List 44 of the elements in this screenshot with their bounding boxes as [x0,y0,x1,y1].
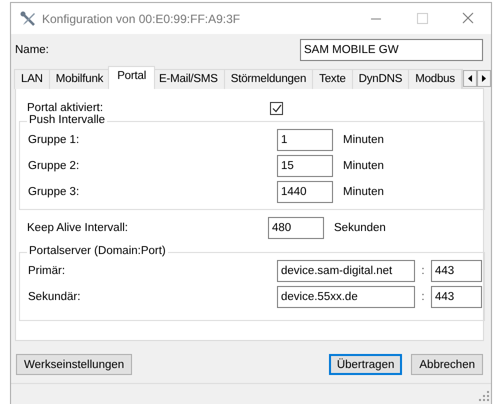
tools-icon [20,10,36,26]
unit-label: Minuten [343,186,384,198]
unit-label: Minuten [343,160,384,172]
number-field[interactable]: 15 [277,155,333,177]
field-label: Portal aktiviert: [26,102,104,114]
dialog-button[interactable]: Abbrechen [411,354,483,375]
name-label: Name: [15,44,50,56]
domain-field[interactable]: device.sam-digital.net [277,260,415,282]
field-label: Gruppe 3: [27,186,80,198]
tab[interactable]: LAN [14,69,50,89]
group-title: Push Intervalle [27,114,108,126]
number-field[interactable]: 1 [277,129,333,151]
field-label: Primär: [27,265,66,277]
field-label: Sekundär: [27,291,82,303]
scroll-left-button[interactable] [462,70,477,87]
port-field[interactable]: 443 [431,286,482,308]
port-field[interactable]: 443 [431,260,482,282]
tab[interactable]: E-Mail/SMS [152,69,225,89]
name-field[interactable]: SAM MOBILE GW [300,39,483,61]
tab[interactable]: Modbus [408,69,462,89]
unit-label: Sekunden [334,222,386,234]
domain-field[interactable]: device.55xx.de [277,286,415,308]
resize-grip-icon[interactable] [479,391,489,401]
scroll-right-button[interactable] [476,70,491,87]
tab[interactable]: Texte [312,69,353,89]
window-title: Konfiguration von 00:E0:99:FF:A9:3F [42,12,242,26]
number-field[interactable]: 480 [268,217,324,239]
field-label: Gruppe 2: [27,160,80,172]
unit-label: Minuten [343,134,384,146]
tab[interactable]: Portal [108,66,156,89]
checkbox[interactable] [270,102,283,114]
group-title: Portalserver (Domain:Port) [27,245,168,257]
number-field[interactable]: 1440 [277,181,333,203]
field-label: Gruppe 1: [27,134,80,146]
separator-label: : [420,291,426,303]
separator-label: : [420,265,426,277]
tab[interactable]: DynDNS [352,69,410,89]
tab[interactable]: Mobilfunk [48,69,110,89]
right-arrow-icon [482,75,486,82]
dialog-button[interactable]: Übertragen [328,354,402,375]
field-label: Keep Alive Intervall: [26,222,130,234]
tab[interactable]: Störmeldungen [224,69,314,89]
dialog-button[interactable]: Werkseinstellungen [16,354,132,375]
left-arrow-icon [468,75,472,82]
